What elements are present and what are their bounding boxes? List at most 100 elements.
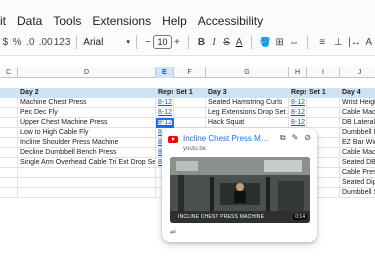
strikethrough-button[interactable]: S [220, 33, 233, 51]
italic-button[interactable]: I [208, 33, 221, 51]
cell-c[interactable] [0, 168, 18, 178]
increase-decimal-button[interactable]: .00 [38, 33, 54, 51]
cell-j[interactable]: Seated DB I [340, 158, 375, 168]
cell-i[interactable] [307, 118, 340, 128]
cell-i[interactable] [307, 98, 340, 108]
remove-link-icon[interactable]: ⊘ [304, 133, 311, 143]
font-family-value: Arial [83, 36, 104, 48]
cell-i[interactable]: Set 1 [307, 88, 340, 98]
cell-c[interactable] [0, 88, 18, 98]
cell-i[interactable] [307, 108, 340, 118]
decrease-decimal-button[interactable]: .0 [23, 33, 37, 51]
cell-e[interactable]: 8-12 [156, 118, 174, 128]
column-header-j[interactable]: J [340, 67, 375, 78]
cell-h[interactable]: 8-12 [289, 118, 307, 128]
menu-item-extensions[interactable]: Extensions [92, 14, 151, 28]
text-rotation-icon[interactable]: A [362, 33, 375, 51]
font-size-input[interactable]: 10 [153, 35, 172, 49]
table-row: Pec Dec Fly 8-12 Leg Extensions Drop Set x… [0, 108, 375, 118]
cell-h[interactable]: 8-12 [289, 98, 307, 108]
swap-chip-icon[interactable]: ⇌ [170, 228, 176, 236]
number-format-button[interactable]: 123 [54, 33, 71, 51]
cell-f[interactable] [174, 108, 206, 118]
cell-e[interactable]: 8-12 [156, 98, 174, 108]
menu-item-tools[interactable]: Tools [53, 14, 81, 28]
cell-d[interactable]: Pec Dec Fly [18, 108, 156, 118]
cell-d[interactable] [18, 188, 156, 198]
currency-format-button[interactable]: $ [0, 33, 11, 51]
cell-j[interactable]: EZ Bar Wide [340, 138, 375, 148]
menu-item-help[interactable]: Help [162, 14, 187, 28]
cell-e[interactable]: Reps [156, 88, 174, 98]
video-title-overlay: INCLINE CHEST PRESS MACHINE [178, 214, 265, 220]
cell-j[interactable]: Dumbbell Si [340, 188, 375, 198]
cell-c[interactable] [0, 128, 18, 138]
text-color-button[interactable]: A [233, 33, 246, 51]
merge-cells-icon[interactable]: ⇔ [287, 33, 301, 51]
video-thumbnail[interactable]: INCLINE CHEST PRESS MACHINE 0:14 [170, 157, 310, 223]
toolbar-divider [188, 35, 190, 49]
cell-c[interactable] [0, 148, 18, 158]
font-size-increase-button[interactable]: + [172, 33, 183, 51]
cell-j[interactable]: Wrist Heigh [340, 98, 375, 108]
cell-d[interactable] [18, 168, 156, 178]
cell-d[interactable]: Incline Shoulder Press Machine [18, 138, 156, 148]
cell-g[interactable]: Seated Hamstring Curls [206, 98, 289, 108]
video-duration: 0:14 [293, 214, 307, 220]
cell-d[interactable]: Upper Chest Machine Press [18, 118, 156, 128]
cell-f[interactable] [174, 118, 206, 128]
column-header-f[interactable]: F [174, 67, 206, 78]
cell-j[interactable]: Cable Press [340, 168, 375, 178]
cell-c[interactable] [0, 158, 18, 168]
cell-g[interactable]: Day 3 [206, 88, 289, 98]
cell-c[interactable] [0, 108, 18, 118]
cell-d[interactable] [18, 178, 156, 188]
vertical-align-icon[interactable]: ⊥ [330, 33, 346, 51]
cell-c[interactable] [0, 188, 18, 198]
column-header-e[interactable]: E [156, 67, 174, 78]
column-header-h[interactable]: H [289, 67, 307, 78]
cell-c[interactable] [0, 178, 18, 188]
horizontal-align-icon[interactable]: ≡ [314, 33, 330, 51]
cell-d[interactable]: Low to High Cable Fly [18, 128, 156, 138]
menu-item-data[interactable]: Data [17, 14, 42, 28]
cell-g[interactable]: Hack Squat [206, 118, 289, 128]
percent-format-button[interactable]: % [11, 33, 24, 51]
cell-j[interactable]: DB Lateral R [340, 118, 375, 128]
column-header-c[interactable]: C [0, 67, 18, 78]
cell-e[interactable]: 8-12 [156, 108, 174, 118]
font-size-decrease-button[interactable]: − [143, 33, 154, 51]
cell-j[interactable]: Cable Machi [340, 148, 375, 158]
cell-h[interactable]: 8-12 [289, 108, 307, 118]
cell-j[interactable]: Day 4 [340, 88, 375, 98]
cell-h[interactable]: Reps [289, 88, 307, 98]
cell-f[interactable]: Set 1 [174, 88, 206, 98]
table-header-row: Day 2 Reps Set 1 Day 3 Reps Set 1 Day 4 [0, 88, 375, 98]
formula-bar[interactable] [0, 55, 375, 67]
cell-d[interactable]: Single Arm Overhead Cable Tri Ext Drop S… [18, 158, 156, 168]
cell-c[interactable] [0, 98, 18, 108]
menu-item-accessibility[interactable]: Accessibility [198, 14, 263, 28]
borders-icon[interactable]: ⊞ [273, 33, 287, 51]
cell-g[interactable]: Leg Extensions Drop Set x2 [206, 108, 289, 118]
preview-title-link[interactable]: Incline Chest Press Machi... [183, 134, 273, 143]
fill-color-icon[interactable]: 🪣 [258, 33, 272, 51]
bold-button[interactable]: B [195, 33, 208, 51]
cell-d[interactable]: Day 2 [18, 88, 156, 98]
cell-j[interactable]: Seated Dip [340, 178, 375, 188]
cell-j[interactable]: Cable Machi [340, 108, 375, 118]
edit-link-icon[interactable]: ✎ [292, 133, 299, 143]
cell-j[interactable]: Dumbbell In [340, 128, 375, 138]
menu-item-edit[interactable]: it [0, 14, 6, 28]
copy-link-icon[interactable]: ⧉ [280, 133, 286, 143]
column-header-d[interactable]: D [18, 67, 156, 78]
column-header-i[interactable]: I [307, 67, 340, 78]
column-header-g[interactable]: G [206, 67, 289, 78]
cell-d[interactable]: Decline Dumbbell Bench Press [18, 148, 156, 158]
cell-c[interactable] [0, 118, 18, 128]
cell-d[interactable]: Machine Chest Press [18, 98, 156, 108]
font-family-select[interactable]: Arial ▾ [83, 37, 130, 48]
text-wrap-icon[interactable]: |↔ [346, 33, 362, 51]
cell-f[interactable] [174, 98, 206, 108]
cell-c[interactable] [0, 138, 18, 148]
